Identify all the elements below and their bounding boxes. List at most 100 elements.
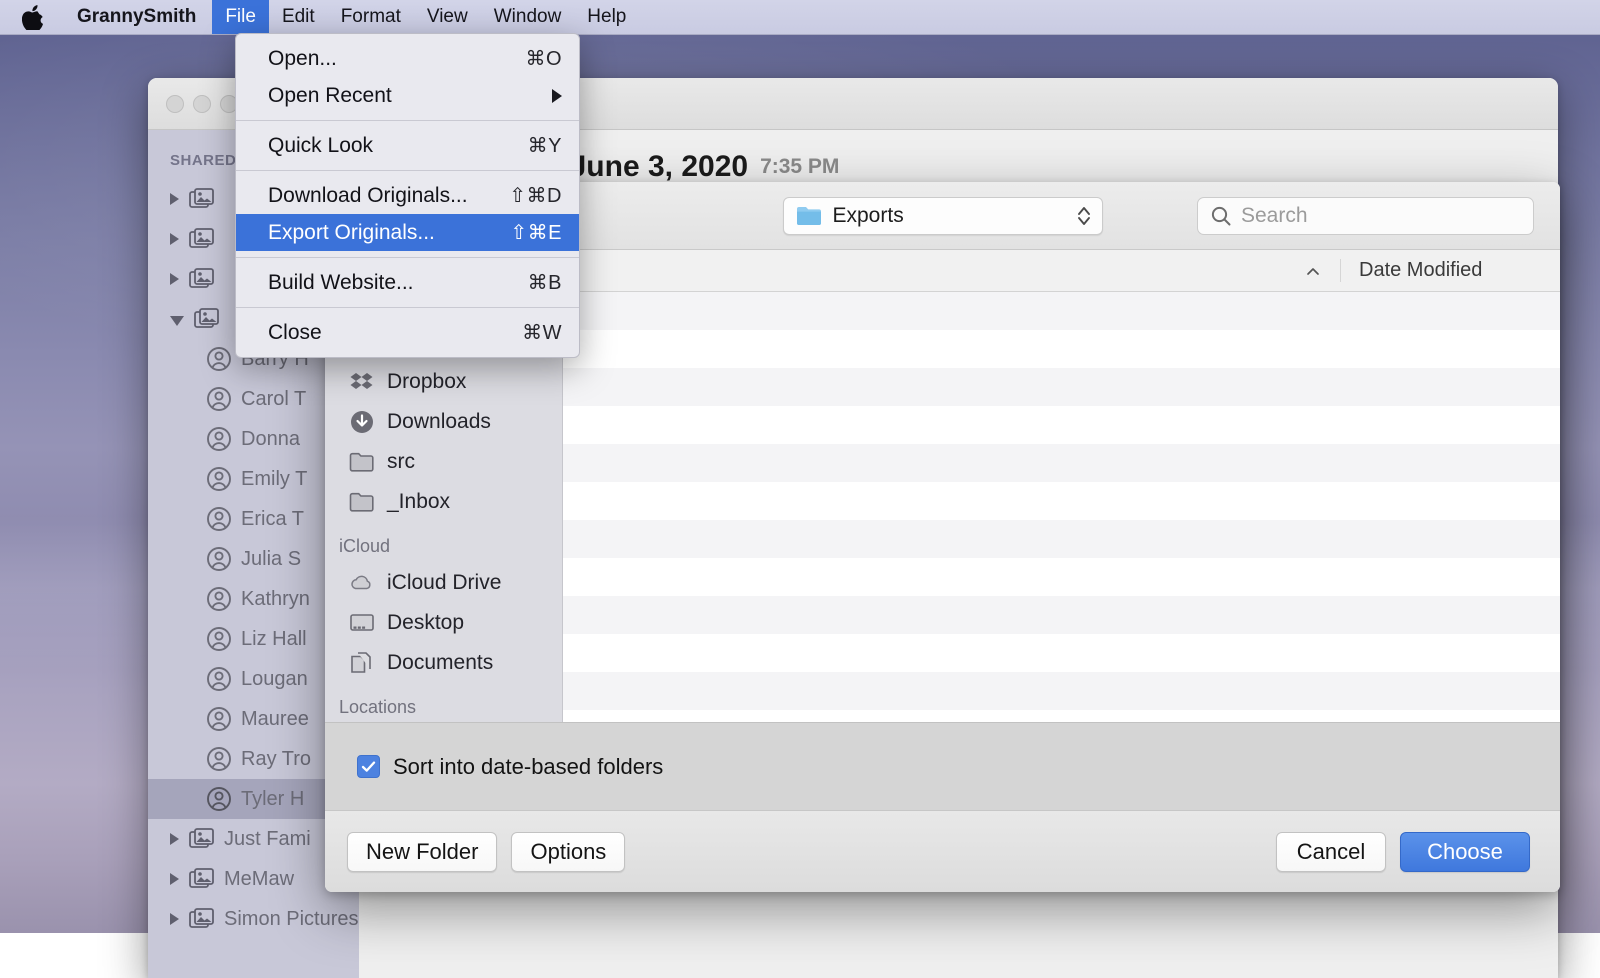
- menu-item-quick-look-label: Quick Look: [268, 134, 373, 158]
- chevron-up-down-icon[interactable]: [1076, 203, 1092, 229]
- sidebar-item-dropbox[interactable]: Dropbox: [325, 362, 562, 402]
- photo-stack-icon: [189, 867, 215, 891]
- cancel-button[interactable]: Cancel: [1276, 832, 1386, 872]
- menu-separator: [236, 170, 579, 171]
- folder-icon: [349, 451, 375, 473]
- menu-help[interactable]: Help: [574, 0, 639, 34]
- file-list-row[interactable]: [563, 596, 1560, 634]
- search-input-placeholder[interactable]: Search: [1241, 204, 1308, 228]
- disclosure-triangle-icon[interactable]: [170, 913, 179, 925]
- person-circle-icon: [206, 786, 232, 812]
- menu-format[interactable]: Format: [328, 0, 414, 34]
- downloads-icon: [349, 409, 375, 435]
- sort-into-date-folders-label: Sort into date-based folders: [393, 754, 663, 780]
- sidebar-item-desktop[interactable]: Desktop: [325, 603, 562, 643]
- menu-separator: [236, 120, 579, 121]
- file-list-row[interactable]: [563, 672, 1560, 710]
- file-list-row[interactable]: [563, 710, 1560, 722]
- menu-item-open[interactable]: Open... ⌘O: [236, 40, 579, 77]
- menu-item-export-originals-label: Export Originals...: [268, 221, 435, 245]
- menu-item-open-label: Open...: [268, 47, 337, 71]
- menu-view[interactable]: View: [414, 0, 481, 34]
- photos-person-label: Ray Tro: [241, 748, 311, 771]
- menu-item-export-originals[interactable]: Export Originals... ⇧⌘E: [236, 214, 579, 251]
- sidebar-item-inbox-label: _Inbox: [387, 490, 450, 514]
- photo-stack-icon: [189, 227, 215, 251]
- app-name-menu[interactable]: GrannySmith: [61, 0, 212, 34]
- menu-item-open-recent-label: Open Recent: [268, 84, 392, 108]
- photos-person-label: Liz Hall: [241, 628, 307, 651]
- photo-stack-icon: [189, 187, 215, 211]
- person-circle-icon: [206, 506, 232, 532]
- menu-edit[interactable]: Edit: [269, 0, 328, 34]
- documents-icon: [349, 651, 375, 675]
- file-list-row[interactable]: [563, 558, 1560, 596]
- person-circle-icon: [206, 546, 232, 572]
- file-list-row[interactable]: [563, 406, 1560, 444]
- menu-item-download-originals[interactable]: Download Originals... ⇧⌘D: [236, 177, 579, 214]
- disclosure-triangle-icon[interactable]: [170, 873, 179, 885]
- sidebar-item-inbox[interactable]: _Inbox: [325, 482, 562, 522]
- photos-album-row[interactable]: Simon Pictures: [148, 899, 359, 939]
- apple-menu-button[interactable]: [0, 0, 61, 34]
- menu-item-open-recent[interactable]: Open Recent: [236, 77, 579, 114]
- photos-album-label: MeMaw: [224, 868, 294, 891]
- sidebar-item-documents[interactable]: Documents: [325, 643, 562, 683]
- file-list-row[interactable]: [563, 368, 1560, 406]
- sidebar-group-locations: Locations: [325, 683, 562, 722]
- disclosure-triangle-open-icon[interactable]: [170, 316, 184, 326]
- checkmark-icon: [360, 758, 377, 775]
- sidebar-item-downloads[interactable]: Downloads: [325, 402, 562, 442]
- column-header-date-modified[interactable]: Date Modified: [1340, 259, 1560, 282]
- disclosure-triangle-icon[interactable]: [170, 833, 179, 845]
- file-list[interactable]: [563, 292, 1560, 722]
- sidebar-item-dropbox-label: Dropbox: [387, 370, 466, 394]
- menu-item-build-website[interactable]: Build Website... ⌘B: [236, 264, 579, 301]
- disclosure-triangle-icon[interactable]: [170, 193, 179, 205]
- sort-into-date-folders-row[interactable]: Sort into date-based folders: [357, 754, 663, 780]
- search-field[interactable]: Search: [1197, 197, 1534, 235]
- file-list-row[interactable]: [563, 330, 1560, 368]
- macos-menubar[interactable]: GrannySmith File Edit Format View Window…: [0, 0, 1600, 35]
- file-list-row[interactable]: [563, 444, 1560, 482]
- photo-stack-icon: [189, 907, 215, 931]
- file-list-row[interactable]: [563, 482, 1560, 520]
- sort-into-date-folders-checkbox[interactable]: [357, 755, 380, 778]
- menu-window[interactable]: Window: [481, 0, 575, 34]
- menu-file[interactable]: File: [212, 0, 269, 34]
- options-button[interactable]: Options: [511, 832, 625, 872]
- column-header-date-label: Date Modified: [1359, 259, 1482, 281]
- photos-album-label: Just Fami: [224, 828, 311, 851]
- menu-item-quick-look-shortcut: ⌘Y: [528, 133, 562, 158]
- desktop-icon: [349, 612, 375, 634]
- photos-person-label: Donna: [241, 428, 300, 451]
- file-menu-dropdown[interactable]: Open... ⌘O Open Recent Quick Look ⌘Y Dow…: [235, 33, 580, 358]
- person-circle-icon: [206, 466, 232, 492]
- close-window-button[interactable]: [166, 95, 184, 113]
- menu-item-download-originals-shortcut: ⇧⌘D: [509, 183, 562, 208]
- disclosure-triangle-icon[interactable]: [170, 233, 179, 245]
- file-list-row[interactable]: [563, 520, 1560, 558]
- photos-person-label: Emily T: [241, 468, 307, 491]
- file-list-row[interactable]: [563, 292, 1560, 330]
- person-circle-icon: [206, 586, 232, 612]
- photos-person-label: Tyler H: [241, 788, 304, 811]
- destination-folder-popup[interactable]: Exports: [783, 197, 1103, 235]
- file-list-row[interactable]: [563, 634, 1560, 672]
- sidebar-group-icloud: iCloud: [325, 522, 562, 563]
- person-circle-icon: [206, 386, 232, 412]
- disclosure-triangle-icon[interactable]: [170, 273, 179, 285]
- sidebar-item-src[interactable]: src: [325, 442, 562, 482]
- minimize-window-button[interactable]: [193, 95, 211, 113]
- window-traffic-lights[interactable]: [166, 95, 238, 113]
- sidebar-item-icloud-drive[interactable]: iCloud Drive: [325, 563, 562, 603]
- menu-separator: [236, 307, 579, 308]
- choose-button[interactable]: Choose: [1400, 832, 1530, 872]
- menu-item-close[interactable]: Close ⌘W: [236, 314, 579, 351]
- photos-person-label: Lougan: [241, 668, 308, 691]
- person-circle-icon: [206, 346, 232, 372]
- photo-stack-icon: [194, 307, 220, 331]
- new-folder-button[interactable]: New Folder: [347, 832, 497, 872]
- menu-item-quick-look[interactable]: Quick Look ⌘Y: [236, 127, 579, 164]
- person-circle-icon: [206, 746, 232, 772]
